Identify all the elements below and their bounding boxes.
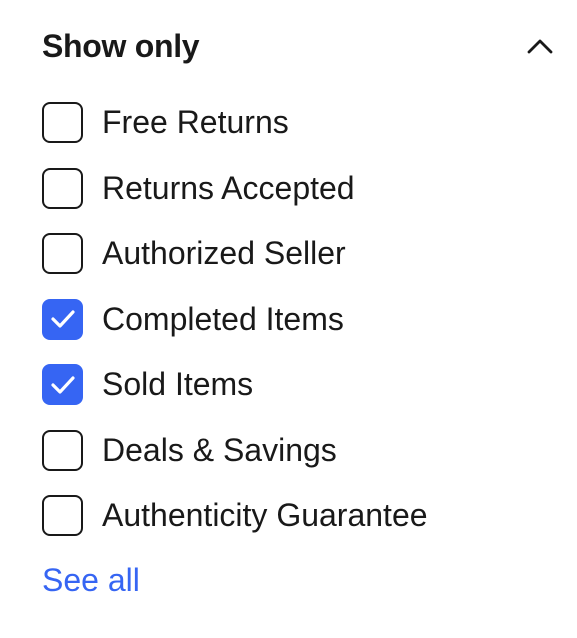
chevron-up-icon[interactable] bbox=[525, 31, 555, 61]
filter-option-authenticity-guarantee[interactable]: Authenticity Guarantee bbox=[42, 483, 562, 549]
filter-section-header[interactable]: Show only bbox=[42, 22, 557, 70]
show-only-filter-panel: Show only Free Returns Returns Accepted … bbox=[0, 0, 577, 638]
filter-option-returns-accepted[interactable]: Returns Accepted bbox=[42, 156, 562, 222]
filter-option-label: Returns Accepted bbox=[102, 169, 355, 206]
filter-option-free-returns[interactable]: Free Returns bbox=[42, 90, 562, 156]
checkbox[interactable] bbox=[42, 495, 83, 537]
checkmark-icon bbox=[50, 376, 75, 394]
filter-option-authorized-seller[interactable]: Authorized Seller bbox=[42, 221, 562, 287]
filter-option-label: Completed Items bbox=[102, 300, 344, 337]
checkbox[interactable] bbox=[42, 298, 83, 340]
see-all-link[interactable]: See all bbox=[42, 562, 140, 599]
checkbox[interactable] bbox=[42, 167, 83, 209]
checkbox[interactable] bbox=[42, 364, 83, 406]
filter-option-label: Deals & Savings bbox=[102, 431, 337, 468]
filter-option-label: Authenticity Guarantee bbox=[102, 497, 428, 534]
filter-section-title: Show only bbox=[42, 27, 200, 64]
filter-option-completed-items[interactable]: Completed Items bbox=[42, 287, 562, 353]
filter-option-sold-items[interactable]: Sold Items bbox=[42, 352, 562, 418]
checkbox[interactable] bbox=[42, 233, 83, 275]
filter-option-label: Sold Items bbox=[102, 366, 254, 403]
filter-options-list: Free Returns Returns Accepted Authorized… bbox=[42, 90, 562, 549]
filter-option-deals-savings[interactable]: Deals & Savings bbox=[42, 418, 562, 484]
checkbox[interactable] bbox=[42, 429, 83, 471]
checkbox[interactable] bbox=[42, 102, 83, 144]
filter-option-label: Free Returns bbox=[102, 104, 289, 141]
checkmark-icon bbox=[50, 310, 75, 328]
filter-option-label: Authorized Seller bbox=[102, 235, 346, 272]
